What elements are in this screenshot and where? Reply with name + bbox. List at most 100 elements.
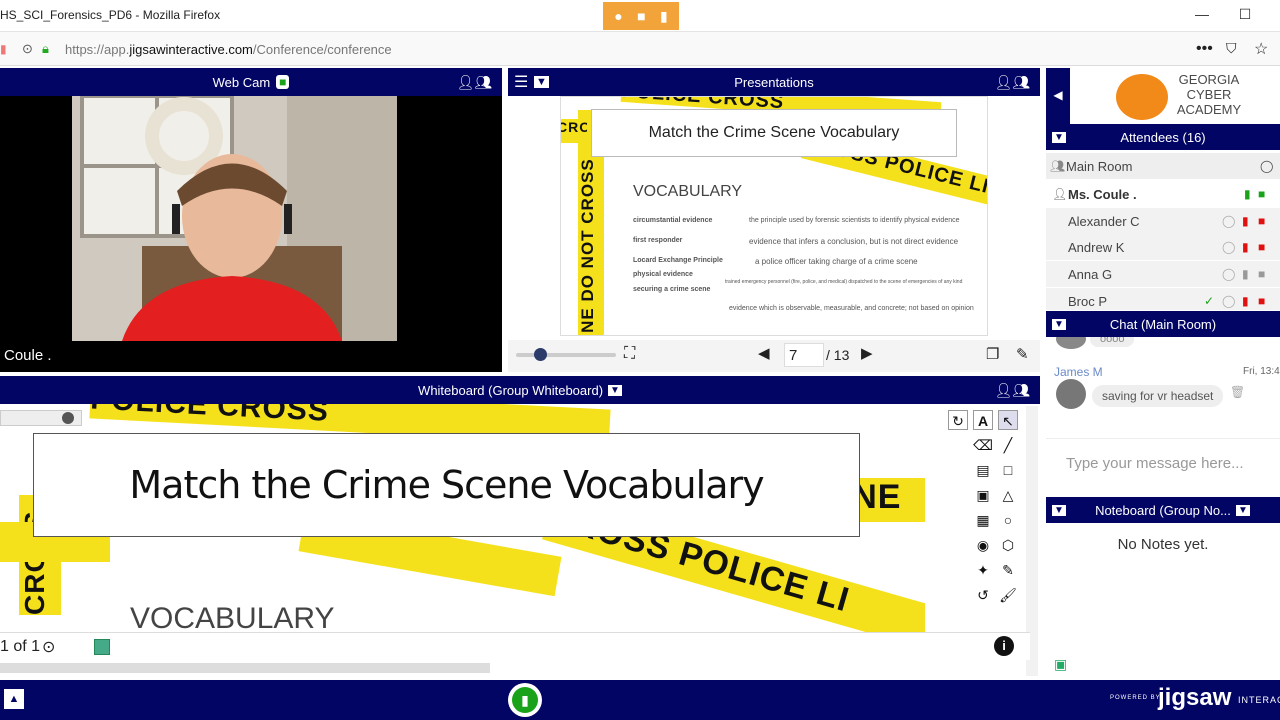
gallery-icon[interactable]: ▦ — [973, 510, 993, 530]
attendee-name: Ms. Coule . — [1068, 186, 1137, 202]
camera-off-icon[interactable]: ■ — [1258, 214, 1265, 228]
chat-message-bubble: saving for vr headset — [1092, 385, 1224, 407]
academy-logo-text: GEORGIA CYBER ACADEMY — [1174, 72, 1244, 117]
chat-bubble-icon[interactable]: ◯ — [1222, 294, 1235, 308]
chat-input[interactable]: Type your message here... — [1046, 438, 1280, 494]
vocab-definition: trained emergency personnel (fire, polic… — [725, 279, 963, 285]
add-page-icon[interactable] — [94, 639, 110, 655]
chat-bubble-icon[interactable]: ◯ — [1222, 240, 1235, 254]
microphone-icon: ▮ — [512, 687, 538, 713]
logo-line: ACADEMY — [1176, 102, 1242, 117]
microphone-icon[interactable]: ▮ — [1242, 267, 1249, 281]
chevron-down-icon[interactable]: ▼ — [608, 384, 622, 396]
chat-bubble-icon[interactable]: ◯ — [1222, 267, 1235, 281]
chevron-down-icon[interactable]: ▼ — [1052, 504, 1066, 516]
attendee-row[interactable]: Andrew K ◯ ▮ ■ — [1046, 234, 1280, 260]
users-icon[interactable]: 👤︎👥︎ — [994, 382, 1030, 399]
magic-wand-icon[interactable]: ✎ — [1016, 345, 1029, 363]
play-icon[interactable]: ⊙ — [42, 637, 55, 657]
microphone-icon[interactable]: ▮ — [1244, 187, 1251, 201]
expand-up-icon[interactable]: ▲ — [4, 689, 24, 709]
microphone-muted-icon[interactable]: ▮ — [1242, 294, 1249, 308]
add-note-icon[interactable]: ▣ — [1054, 656, 1067, 673]
attendee-row[interactable]: Anna G ◯ ▮ ■ — [1046, 261, 1280, 287]
attendee-row[interactable]: Broc P ✓ ◯ ▮ ■ — [1046, 288, 1280, 310]
trash-icon[interactable]: 🗑︎ — [1230, 385, 1245, 399]
maximize-button[interactable]: ☐ — [1233, 6, 1257, 26]
more-icon[interactable]: ••• — [1196, 40, 1213, 58]
pocket-icon[interactable]: ⛉ — [1226, 40, 1237, 57]
video-camera-icon[interactable]: ■ — [1258, 187, 1265, 201]
whiteboard-canvas[interactable]: POLICE CROSS LINE CROSS POLICE LI CROSS … — [0, 404, 925, 632]
noteboard-header[interactable]: ▼ Noteboard (Group No... ▼ — [1046, 497, 1280, 523]
eraser-icon[interactable]: ⌫ — [973, 435, 993, 455]
page-number-input[interactable]: 7 — [784, 343, 824, 367]
chat-header[interactable]: ▼ Chat (Main Room) — [1046, 311, 1280, 337]
chat-input-placeholder: Type your message here... — [1066, 455, 1244, 472]
hexagon-tool-icon[interactable]: ⬡ — [998, 535, 1018, 555]
brush-tool-icon[interactable]: 🖌︎ — [998, 585, 1018, 605]
refresh-icon[interactable]: ↻ — [948, 410, 968, 430]
chevron-down-icon[interactable]: ▼ — [534, 76, 549, 88]
next-slide-button[interactable]: ▶ — [861, 344, 873, 362]
zoom-slider-handle[interactable] — [62, 412, 74, 424]
chat-bubble-icon[interactable]: ◯ — [1222, 214, 1235, 228]
lock-icon[interactable]: 🔒︎ — [42, 41, 49, 57]
chat-bubble-icon[interactable]: ◯ — [1260, 159, 1273, 173]
magic-wand-icon[interactable]: ✦ — [973, 560, 993, 580]
camera-off-icon[interactable]: ■ — [1258, 240, 1265, 254]
undo-icon[interactable]: ↺ — [973, 585, 993, 605]
vocab-definition: evidence that infers a conclusion, but i… — [749, 237, 959, 246]
bookmark-star-icon[interactable]: ☆ — [1254, 39, 1268, 59]
chevron-down-icon[interactable]: ▼ — [1052, 131, 1066, 143]
previous-slide-button[interactable]: ◀ — [758, 344, 770, 362]
microphone-muted-icon[interactable]: ▮ — [1242, 214, 1249, 228]
users-icon[interactable]: 👤︎👥︎ — [456, 74, 492, 91]
text-tool-icon[interactable]: A — [973, 410, 993, 430]
attendee-row[interactable]: Alexander C ◯ ▮ ■ — [1046, 208, 1280, 234]
attendees-title: Attendees (16) — [1120, 129, 1206, 145]
jigsaw-logo: jigsaw — [1158, 684, 1232, 711]
whiteboard-horizontal-scrollbar[interactable] — [0, 663, 490, 673]
attendees-header[interactable]: ▼ Attendees (16) — [1046, 124, 1280, 150]
circle-tool-icon[interactable]: ○ — [998, 510, 1018, 530]
vocab-term: first responder — [633, 237, 683, 244]
rectangle-tool-icon[interactable]: □ — [998, 460, 1018, 480]
sharing-indicator[interactable]: ● ■ ▮ — [603, 2, 679, 30]
camera-off-icon[interactable]: ■ — [1258, 294, 1265, 308]
slide-vocab-heading: VOCABULARY — [633, 183, 743, 200]
info-icon[interactable]: ⊙ — [22, 41, 33, 57]
zoom-slider[interactable] — [516, 353, 616, 357]
camera-disabled-icon[interactable]: ■ — [1258, 267, 1265, 281]
url-path: /Conference/conference — [252, 42, 392, 57]
pen-tool-icon[interactable]: ✎ — [998, 560, 1018, 580]
whiteboard-footer: 1 of 1 ⊙ i — [0, 632, 1030, 660]
select-tool-icon[interactable]: ↖ — [998, 410, 1018, 430]
minimize-button[interactable]: — — [1190, 6, 1214, 26]
address-bar[interactable]: ▮ ⊙ 🔒︎ https://app.jigsawinteractive.com… — [0, 32, 1280, 66]
url-text[interactable]: https://app.jigsawinteractive.com/Confer… — [65, 42, 392, 57]
collapse-sidebar-button[interactable]: ◀ — [1046, 68, 1070, 124]
menu-icon[interactable]: ☰ — [514, 72, 528, 92]
attendee-row[interactable]: 👤︎ Ms. Coule . ▮ ■ — [1046, 181, 1280, 207]
chevron-down-icon[interactable]: ▼ — [1236, 504, 1250, 516]
zoom-slider-handle[interactable] — [534, 348, 547, 361]
microphone-muted-icon[interactable]: ▮ — [1242, 240, 1249, 254]
chevron-down-icon[interactable]: ▼ — [1052, 318, 1066, 330]
triangle-tool-icon[interactable]: △ — [998, 485, 1018, 505]
users-icon[interactable]: 👤︎👥︎ — [994, 74, 1030, 91]
line-tool-icon[interactable]: ╱ — [998, 435, 1018, 455]
microphone-button[interactable]: ▮ — [508, 683, 542, 717]
copy-icon[interactable]: ❐ — [986, 345, 999, 363]
camera-icon[interactable]: ◉ — [973, 535, 993, 555]
jigsaw-logo-suffix: INTERAC — [1238, 695, 1280, 705]
notes-empty-text: No Notes yet. — [1117, 536, 1209, 553]
camera-permission-icon[interactable]: ▮ — [0, 42, 7, 56]
main-room-row[interactable]: 👥︎ Main Room ◯ — [1046, 153, 1280, 179]
video-camera-icon[interactable]: ■ — [276, 75, 290, 89]
firefox-icon: ● — [614, 8, 623, 24]
image-icon[interactable]: ▣ — [973, 485, 993, 505]
file-upload-icon[interactable]: ▤ — [973, 460, 993, 480]
fullscreen-icon[interactable]: ⛶ — [624, 345, 635, 363]
info-icon[interactable]: i — [994, 636, 1014, 656]
